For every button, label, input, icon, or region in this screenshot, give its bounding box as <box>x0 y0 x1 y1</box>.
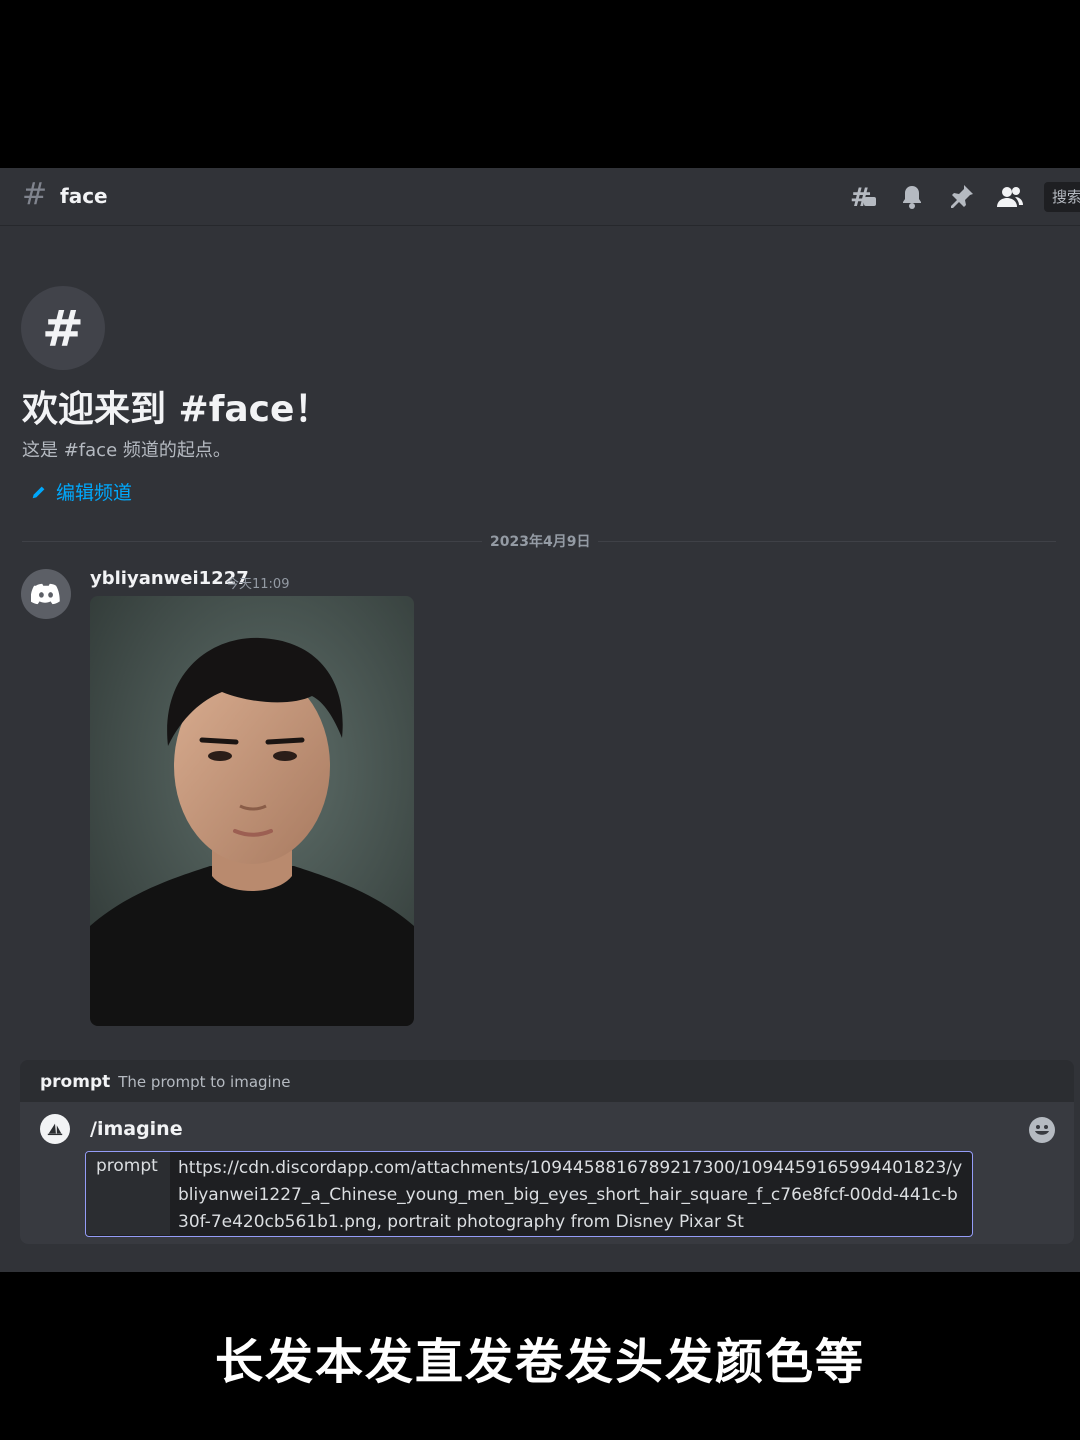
edit-channel-label: 编辑频道 <box>56 482 133 504</box>
svg-text:#: # <box>42 303 84 353</box>
hash-icon: # <box>42 303 84 353</box>
option-description: The prompt to imagine <box>118 1073 291 1091</box>
search-input[interactable]: 搜索 <box>1044 182 1080 212</box>
midjourney-bot-icon <box>40 1114 70 1144</box>
message-timestamp: 今天11:09 <box>226 577 290 592</box>
welcome-subtitle: 这是 #face 频道的起点。 <box>22 440 231 461</box>
option-hint: prompt The prompt to imagine <box>40 1072 290 1092</box>
option-name: prompt <box>40 1072 111 1092</box>
param-name: prompt <box>86 1152 170 1235</box>
channel-header: # face # 搜索 <box>0 168 1080 226</box>
slash-command-panel: prompt The prompt to imagine /imagine pro… <box>20 1060 1074 1244</box>
portrait-image-attachment[interactable] <box>90 596 414 1026</box>
bell-icon[interactable] <box>897 182 927 212</box>
threads-icon[interactable]: # <box>848 182 878 213</box>
hash-icon: # <box>22 177 48 212</box>
message-input-area[interactable]: /imagine prompt https://cdn.discordapp.c… <box>20 1102 1074 1244</box>
command-name: /imagine <box>90 1118 183 1140</box>
prompt-parameter-field[interactable]: prompt https://cdn.discordapp.com/attach… <box>85 1151 973 1237</box>
welcome-title: 欢迎来到 #face！ <box>22 389 331 430</box>
message-username[interactable]: ybliyanwei1227 <box>90 568 249 589</box>
discord-logo-icon <box>31 583 60 605</box>
video-caption: 长发本发直发卷发头发颜色等 <box>214 1334 865 1390</box>
members-icon[interactable] <box>995 182 1025 212</box>
channel-hash-badge: # <box>21 286 105 370</box>
pencil-icon <box>32 486 45 498</box>
avatar[interactable] <box>21 569 71 619</box>
prompt-input[interactable]: https://cdn.discordapp.com/attachments/1… <box>178 1155 968 1236</box>
date-divider: 2023年4月9日 <box>482 531 599 551</box>
pin-icon[interactable] <box>946 182 976 212</box>
edit-channel-link[interactable]: 编辑频道 <box>30 478 132 505</box>
discord-window: # face # 搜索 # 欢迎来到 #face！ 这是 #face 频道的起点… <box>0 168 1080 1272</box>
channel-name: face <box>60 184 108 208</box>
emoji-icon[interactable] <box>1028 1116 1056 1144</box>
